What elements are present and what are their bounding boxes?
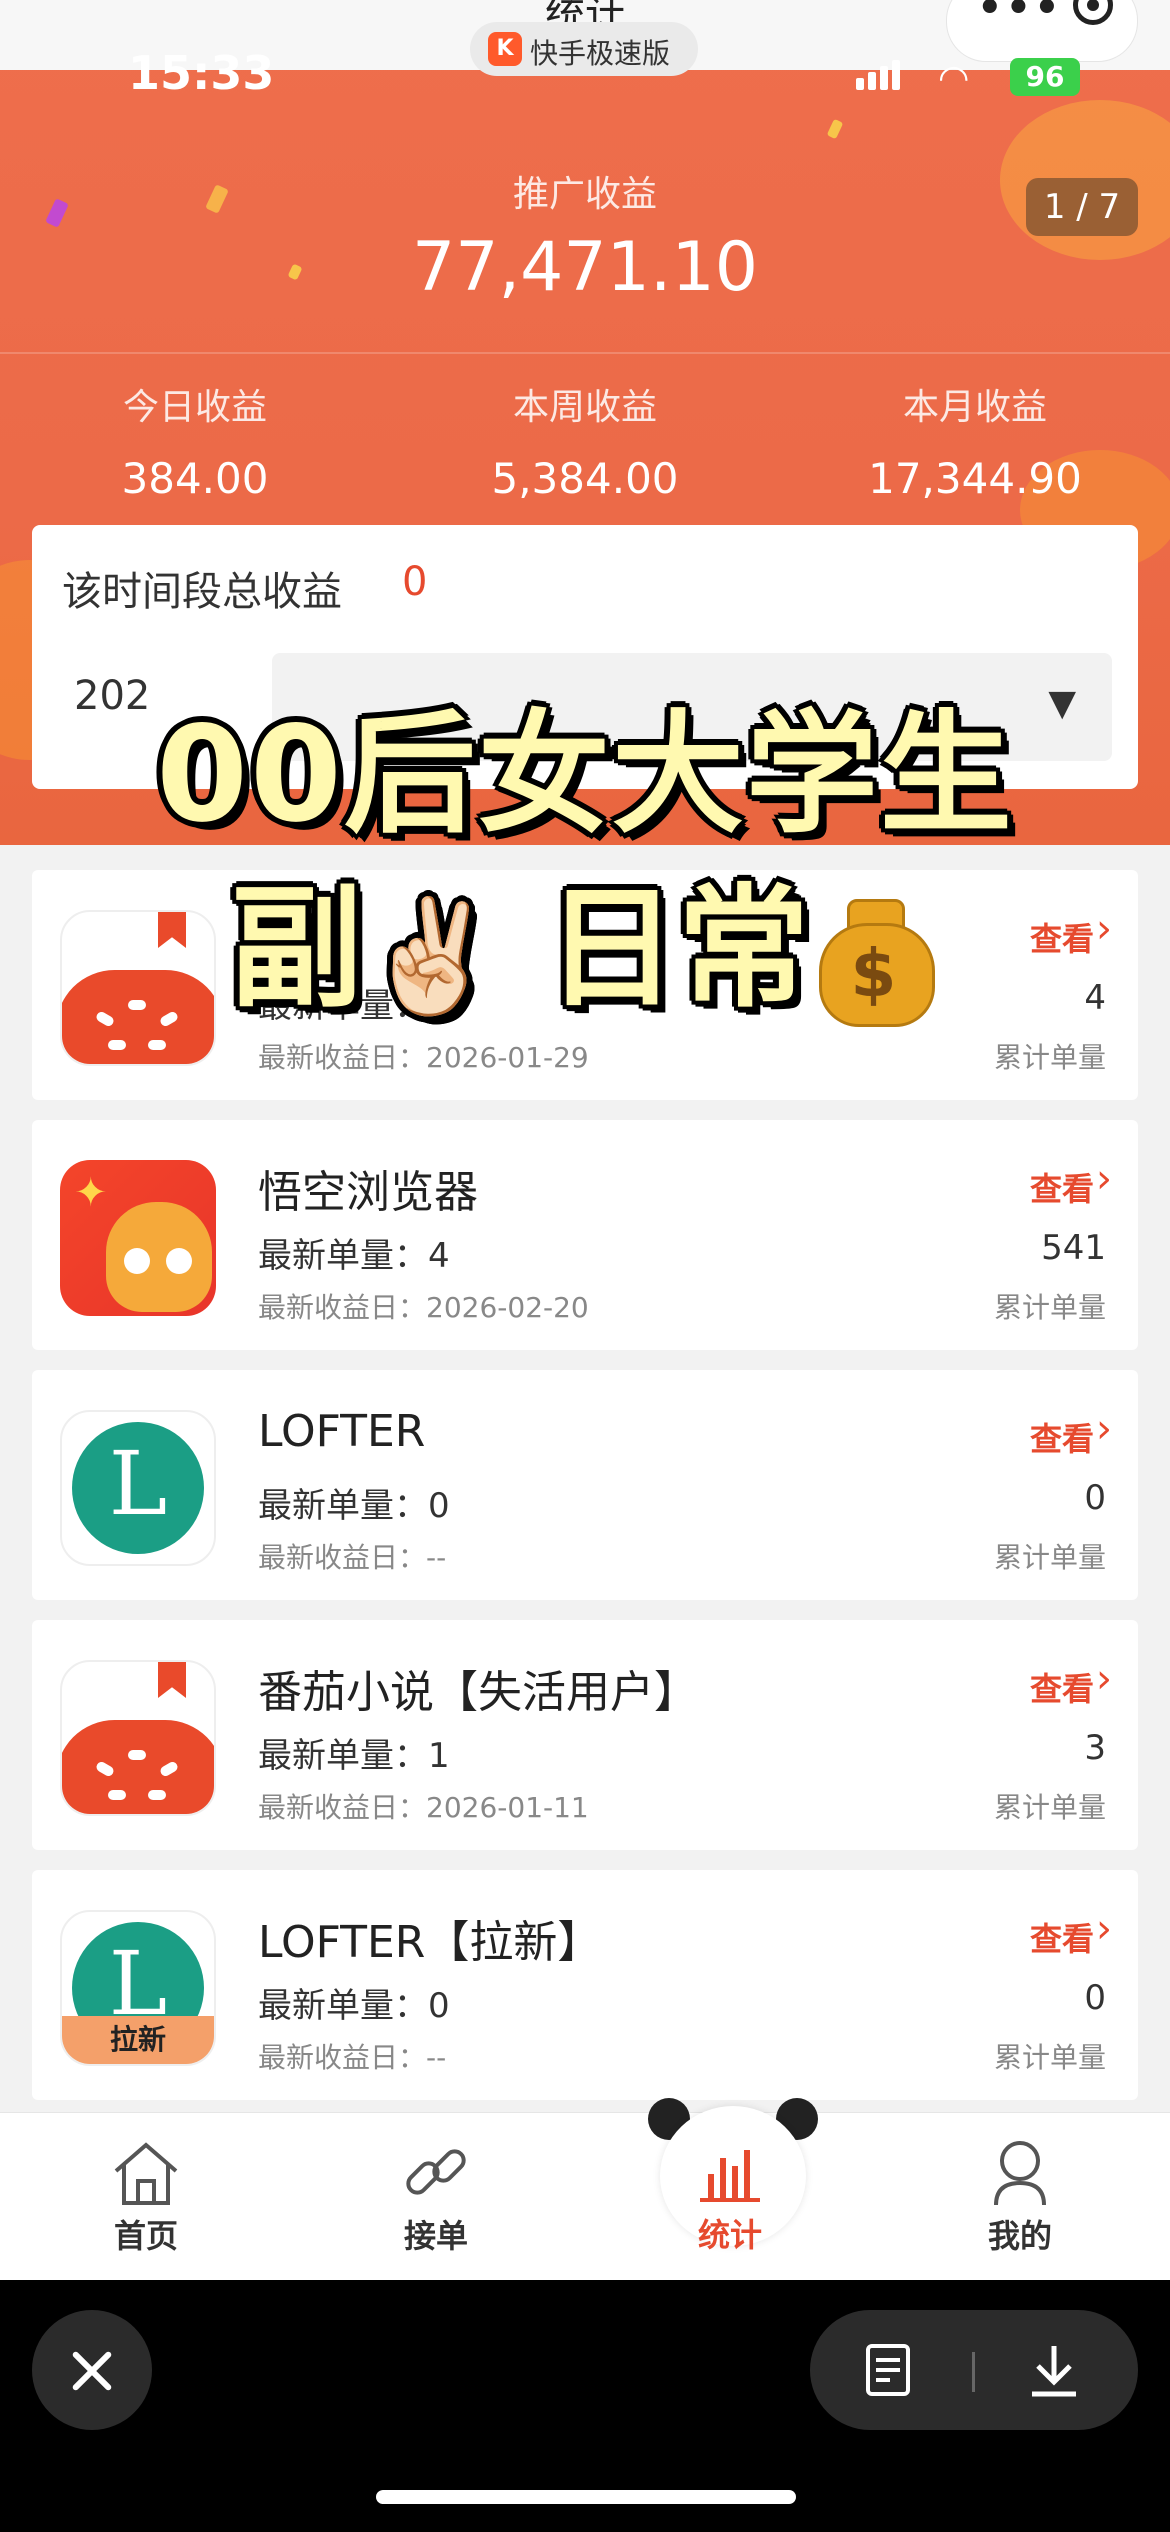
chevron-right-icon[interactable]: › — [1096, 1656, 1112, 1702]
money-bag-icon: $ — [809, 893, 939, 1027]
period-total-value: 0 — [402, 559, 428, 605]
document-icon[interactable] — [860, 2342, 916, 2402]
tab-orders[interactable]: 接单 — [356, 2135, 516, 2257]
page-indicator: 1 / 7 — [1026, 178, 1138, 236]
stat-label: 本周收益 — [512, 387, 657, 428]
total-count-label: 累计单量 — [993, 1041, 1106, 1074]
home-icon — [66, 2135, 226, 2211]
total-count-label: 累计单量 — [993, 1791, 1106, 1824]
task-card[interactable]: L 拉新 LOFTER【拉新】 最新单量：0 最新收益日：-- 查看 › 0 累… — [32, 1870, 1138, 2100]
earnings-title: 推广收益 — [512, 174, 657, 215]
overlay-caption-line1: 00后女大学生 — [156, 698, 1014, 852]
tab-label: 接单 — [403, 2217, 468, 2255]
link-icon — [356, 2135, 516, 2211]
confetti — [826, 118, 844, 140]
stat-value: 17,344.90 — [868, 454, 1082, 503]
stats-page: 统计 ••• K 快手极速版 15:33 ◠ 96 推广收益 77,471.10… — [0, 0, 1170, 2280]
chevron-right-icon[interactable]: › — [1096, 1906, 1112, 1952]
signal-icon — [856, 60, 904, 90]
task-name: LOFTER — [258, 1406, 426, 1457]
view-link[interactable]: 查看 — [1030, 1414, 1094, 1460]
chevron-right-icon[interactable]: › — [1096, 1156, 1112, 1202]
bottom-tab-bar: 首页 接单 我的 — [0, 2112, 1170, 2280]
stat-today: 今日收益 384.00 — [0, 378, 390, 503]
status-time: 15:33 — [128, 46, 275, 100]
tab-home[interactable]: 首页 — [66, 2135, 226, 2257]
task-name: LOFTER【拉新】 — [258, 1917, 602, 1968]
tab-label: 统计 — [697, 2216, 762, 2254]
stat-value: 384.00 — [121, 454, 269, 503]
latest-count: 最新单量：4 — [258, 1236, 450, 1276]
view-link[interactable]: 查看 — [1030, 1164, 1094, 1210]
task-card[interactable]: 番茄小说【失活用户】 最新单量：1 最新收益日：2026-01-11 查看 › … — [32, 1620, 1138, 1850]
latest-date: 最新收益日：2026-01-29 — [258, 1041, 589, 1074]
task-card[interactable]: L LOFTER 最新单量：0 最新收益日：-- 查看 › 0 累计单量 — [32, 1370, 1138, 1600]
task-card[interactable]: ✦ 悟空浏览器 最新单量：4 最新收益日：2026-02-20 查看 › 541… — [32, 1120, 1138, 1350]
total-count: 0 — [1084, 1978, 1106, 2018]
task-name: 悟空浏览器 — [258, 1167, 478, 1218]
tab-label: 我的 — [987, 2217, 1052, 2255]
total-count-label: 累计单量 — [993, 1291, 1106, 1324]
lofter-logo-icon: L 拉新 — [60, 1910, 216, 2066]
close-viewer-button[interactable] — [32, 2310, 152, 2430]
tab-stats[interactable]: 统计 — [650, 2134, 810, 2256]
period-total-label: 该时间段总收益 — [62, 569, 342, 615]
total-count: 541 — [1041, 1228, 1106, 1268]
stat-label: 本月收益 — [902, 387, 1047, 428]
chevron-right-icon[interactable]: › — [1096, 1406, 1112, 1452]
peace-hand-icon: ✌🏻 — [362, 892, 500, 1020]
tab-label: 首页 — [113, 2217, 178, 2255]
close-miniprogram-icon[interactable] — [1073, 0, 1113, 25]
user-icon — [940, 2135, 1100, 2211]
wukong-browser-logo-icon: ✦ — [60, 1160, 216, 1316]
battery-indicator: 96 — [1010, 58, 1080, 96]
more-icon[interactable]: ••• — [977, 0, 1063, 31]
total-count-label: 累计单量 — [993, 2041, 1106, 2074]
home-indicator — [376, 2490, 796, 2504]
total-count-label: 累计单量 — [993, 1541, 1106, 1574]
divider — [0, 352, 1170, 354]
stat-value: 5,384.00 — [491, 454, 679, 503]
latest-count: 最新单量：1 — [258, 1736, 450, 1776]
viewer-actions — [810, 2310, 1138, 2430]
chart-icon — [650, 2134, 810, 2210]
tomato-novel-logo-icon — [60, 1660, 216, 1816]
overlay-caption-line2: 副✌🏻 日常 $ — [0, 842, 1170, 1033]
wifi-icon: ◠ — [938, 58, 970, 99]
latest-date: 最新收益日：2026-02-20 — [258, 1291, 589, 1324]
latest-date: 最新收益日：-- — [258, 2041, 447, 2074]
new-user-tag: 拉新 — [62, 2016, 214, 2064]
total-count: 3 — [1084, 1728, 1106, 1768]
status-bar: 15:33 ◠ 96 — [0, 46, 1170, 106]
earnings-total: 77,471.10 — [411, 228, 759, 307]
latest-count: 最新单量：0 — [258, 1986, 450, 2026]
stat-label: 今日收益 — [122, 387, 267, 428]
total-count: 0 — [1084, 1478, 1106, 1518]
view-link[interactable]: 查看 — [1030, 1664, 1094, 1710]
divider — [972, 2352, 975, 2392]
stat-month: 本月收益 17,344.90 — [780, 378, 1170, 503]
view-link[interactable]: 查看 — [1030, 1914, 1094, 1960]
download-icon[interactable] — [1024, 2340, 1084, 2404]
latest-date: 最新收益日：-- — [258, 1541, 447, 1574]
task-name: 番茄小说【失活用户】 — [258, 1667, 698, 1718]
lofter-logo-icon: L — [60, 1410, 216, 1566]
stat-week: 本周收益 5,384.00 — [390, 378, 780, 503]
latest-date: 最新收益日：2026-01-11 — [258, 1791, 589, 1824]
tab-mine[interactable]: 我的 — [940, 2135, 1100, 2257]
latest-count: 最新单量：0 — [258, 1486, 450, 1526]
